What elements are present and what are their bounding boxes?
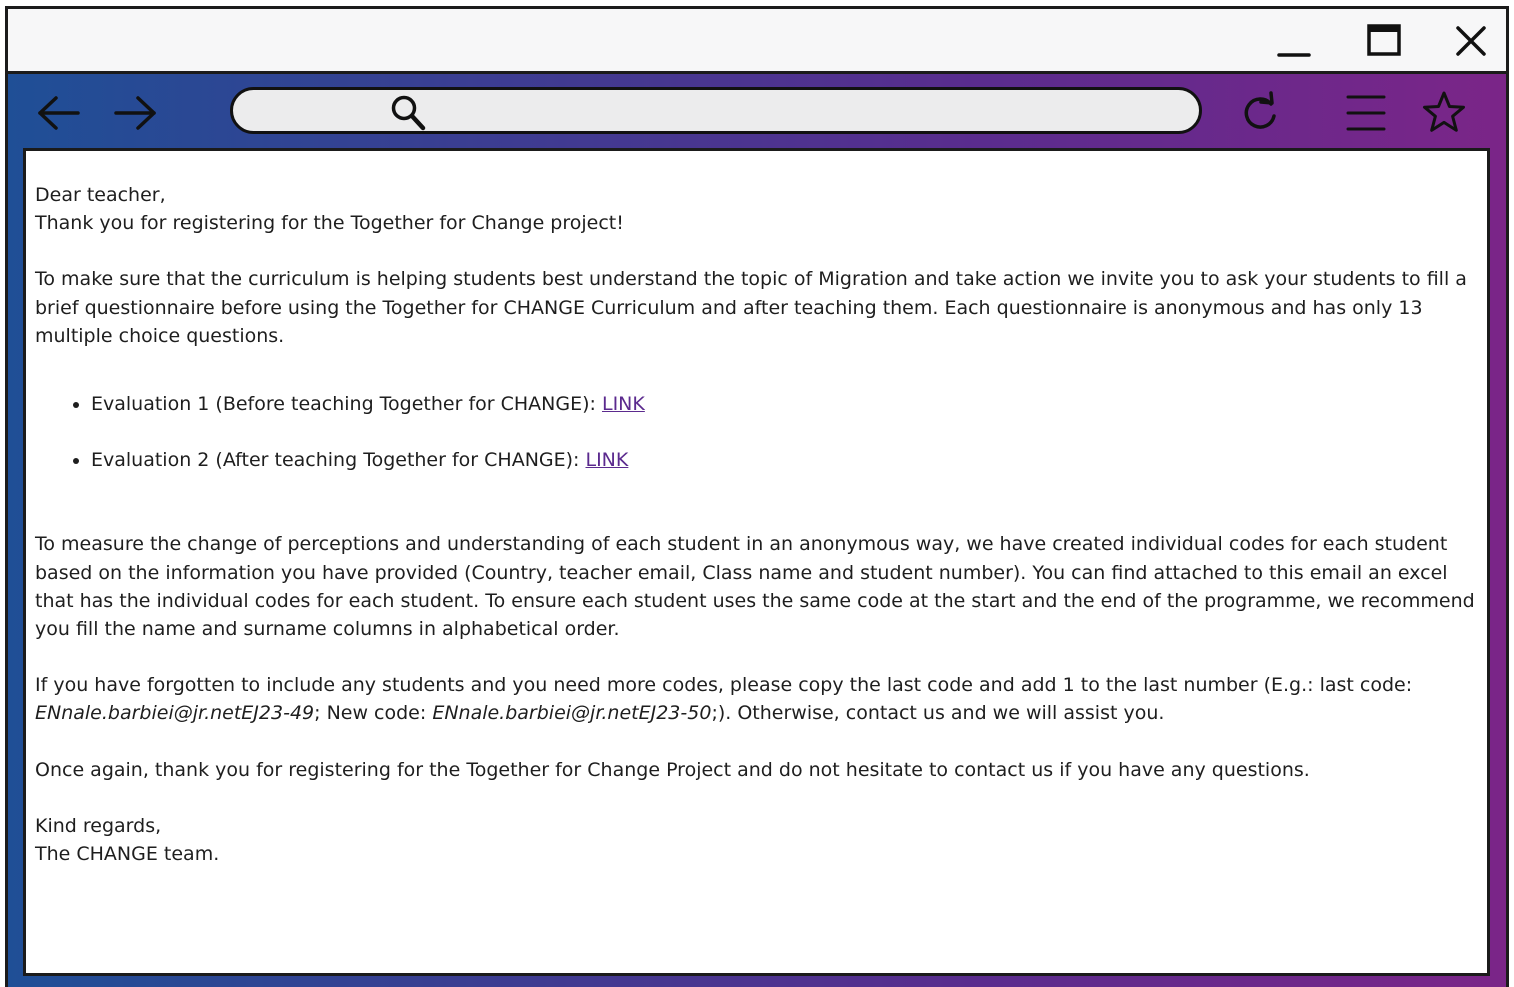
- address-input[interactable]: [438, 96, 1142, 128]
- browser-toolbar: [8, 74, 1506, 149]
- forgotten-text-end: ;). Otherwise, contact us and we will as…: [711, 702, 1165, 725]
- arrow-left-icon[interactable]: [34, 90, 82, 136]
- close-icon[interactable]: [1451, 21, 1491, 61]
- new-code: ENnale.barbiei@jr.netEJ23-50: [432, 702, 712, 725]
- intro-paragraph: To make sure that the curriculum is help…: [35, 268, 1467, 347]
- new-code-label: ; New code:: [314, 702, 433, 725]
- minimize-icon[interactable]: [1274, 21, 1314, 61]
- regards: Kind regards,: [35, 814, 162, 837]
- title-bar: [8, 9, 1506, 74]
- address-bar[interactable]: [230, 87, 1202, 134]
- search-icon: [391, 95, 426, 131]
- star-icon[interactable]: [1420, 90, 1468, 136]
- maximize-icon[interactable]: [1364, 21, 1404, 61]
- thanks-line: Thank you for registering for the Togeth…: [35, 212, 624, 235]
- closing-paragraph: Once again, thank you for registering fo…: [35, 758, 1310, 781]
- email-body: Dear teacher, Thank you for registering …: [26, 151, 1487, 868]
- evaluation-1-text: Evaluation 1 (Before teaching Together f…: [91, 393, 602, 416]
- list-item: Evaluation 1 (Before teaching Together f…: [91, 390, 1487, 418]
- hamburger-menu-icon[interactable]: [1342, 90, 1390, 136]
- forgotten-paragraph: If you have forgotten to include any stu…: [35, 671, 1487, 727]
- evaluation-2-text: Evaluation 2 (After teaching Together fo…: [91, 449, 586, 472]
- evaluation-2-link[interactable]: LINK: [585, 449, 628, 471]
- browser-window: Dear teacher, Thank you for registering …: [5, 6, 1509, 987]
- reload-icon[interactable]: [1236, 90, 1284, 136]
- list-item: Evaluation 2 (After teaching Together fo…: [91, 446, 1487, 474]
- evaluation-list: Evaluation 1 (Before teaching Together f…: [51, 378, 1487, 474]
- measure-paragraph: To measure the change of perceptions and…: [35, 533, 1475, 641]
- evaluation-1-link[interactable]: LINK: [602, 393, 645, 415]
- arrow-right-icon[interactable]: [112, 90, 160, 136]
- greeting: Dear teacher,: [35, 184, 166, 206]
- forgotten-text-start: If you have forgotten to include any stu…: [35, 674, 1413, 697]
- last-code: ENnale.barbiei@jr.netEJ23-49: [35, 702, 315, 725]
- signature: The CHANGE team.: [35, 843, 220, 866]
- email-content: Dear teacher, Thank you for registering …: [23, 148, 1490, 976]
